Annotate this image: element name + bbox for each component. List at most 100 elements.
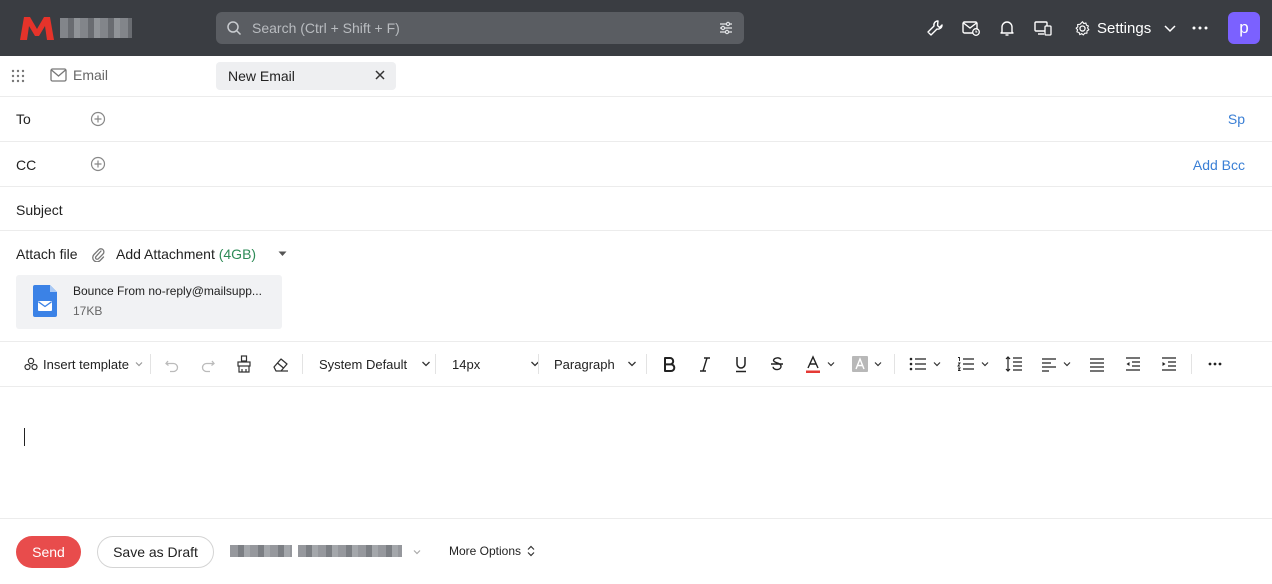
attachment-card[interactable]: Bounce From no-reply@mailsupp... 17KB (16, 275, 282, 329)
top-bar: Search (Ctrl + Shift + F) Settings p (0, 0, 1272, 56)
font-family-value: System Default (319, 356, 408, 372)
paragraph-select[interactable]: Paragraph (554, 354, 638, 374)
add-attachment-button[interactable]: Add Attachment (4GB) (116, 246, 256, 262)
mail-schedule-icon[interactable] (961, 18, 981, 38)
tab-bar: Email New Email (0, 56, 1272, 97)
send-button[interactable]: Send (16, 536, 81, 568)
wrench-icon[interactable] (925, 18, 945, 38)
font-size-select[interactable]: 14px (452, 354, 541, 374)
chevron-down-icon[interactable] (412, 547, 422, 557)
message-body-editor[interactable] (0, 387, 1272, 519)
line-height-icon[interactable] (1005, 354, 1023, 374)
font-color-select[interactable] (805, 354, 836, 374)
align-select[interactable] (1041, 354, 1072, 374)
tab-new-email[interactable]: New Email (216, 62, 396, 90)
numbered-list-select[interactable] (957, 354, 990, 374)
font-size-value: 14px (452, 356, 481, 372)
search-placeholder: Search (Ctrl + Shift + F) (252, 20, 400, 36)
compose-footer: Send Save as Draft More Options (0, 520, 1272, 584)
template-icon (24, 357, 38, 371)
attach-file-label: Attach file (16, 246, 78, 262)
outdent-icon[interactable] (1125, 354, 1141, 374)
bullet-list-icon (909, 357, 926, 371)
insert-template-button[interactable]: Insert template (24, 354, 144, 374)
attachment-section: Attach file Add Attachment (4GB) Bounce … (0, 231, 1272, 342)
chevron-down-icon (1063, 362, 1071, 367)
italic-icon[interactable] (697, 354, 713, 374)
more-options-label: More Options (449, 544, 522, 558)
chevron-down-icon (422, 361, 431, 367)
highlight-color-select[interactable] (852, 354, 883, 374)
font-color-icon (806, 355, 820, 373)
subject-row[interactable]: Subject (0, 187, 1272, 231)
devices-icon[interactable] (1033, 18, 1053, 38)
chevron-down-icon (827, 362, 835, 367)
add-attachment-label: Add Attachment (116, 246, 215, 262)
account-name-blurred (60, 18, 132, 38)
format-painter-icon[interactable] (236, 354, 252, 374)
tab-new-email-label: New Email (228, 68, 295, 84)
chevron-down-icon (135, 362, 143, 367)
sender-address-blurred[interactable] (298, 545, 402, 557)
to-label: To (16, 111, 31, 127)
highlight-icon (852, 356, 868, 372)
sender-account-blurred[interactable] (230, 545, 292, 557)
settings-menu[interactable]: Settings (1074, 18, 1151, 38)
chevron-down-icon (627, 361, 636, 367)
eraser-icon[interactable] (272, 354, 290, 374)
bell-icon[interactable] (997, 18, 1017, 38)
strikethrough-icon[interactable] (769, 354, 785, 374)
save-draft-button[interactable]: Save as Draft (97, 536, 214, 568)
insert-template-label: Insert template (43, 356, 129, 372)
bullet-list-select[interactable] (909, 354, 942, 374)
add-bcc-link[interactable]: Add Bcc (1193, 157, 1245, 173)
justify-icon[interactable] (1089, 354, 1105, 374)
tab-email-label: Email (73, 67, 109, 83)
mail-logo-icon[interactable] (18, 14, 56, 42)
paragraph-value: Paragraph (554, 356, 615, 372)
cc-row: CC Add Bcc (0, 142, 1272, 187)
apps-grid-icon[interactable] (11, 69, 25, 83)
numbered-list-icon (957, 357, 974, 371)
indent-icon[interactable] (1161, 354, 1177, 374)
search-icon (227, 21, 242, 36)
avatar[interactable]: p (1228, 12, 1260, 44)
chevron-down-icon (933, 362, 941, 367)
more-options-button[interactable]: More Options (449, 544, 535, 558)
attachment-limit: (4GB) (218, 246, 257, 262)
toolbar-divider (150, 354, 151, 374)
add-recipient-icon[interactable] (90, 111, 106, 127)
underline-icon[interactable] (733, 354, 749, 374)
toolbar-divider (302, 354, 303, 374)
redo-icon[interactable] (200, 354, 216, 374)
editor-toolbar: Insert template System Default 14px Para… (0, 342, 1272, 387)
to-right-link[interactable]: Sp (1228, 111, 1245, 127)
add-cc-icon[interactable] (90, 156, 106, 172)
align-left-icon (1042, 358, 1056, 372)
chevron-updown-icon (527, 545, 535, 557)
bold-icon[interactable] (661, 354, 677, 374)
tab-email[interactable]: Email (50, 67, 108, 83)
toolbar-divider (538, 354, 539, 374)
search-filter-icon[interactable] (718, 20, 734, 36)
toolbar-divider (1191, 354, 1192, 374)
chevron-down-icon[interactable] (1160, 18, 1180, 38)
toolbar-divider (894, 354, 895, 374)
toolbar-divider (646, 354, 647, 374)
attachment-name: Bounce From no-reply@mailsupp... (73, 284, 262, 298)
search-bar[interactable]: Search (Ctrl + Shift + F) (216, 12, 744, 44)
caret-down-icon[interactable] (278, 251, 287, 257)
chevron-down-icon (531, 361, 540, 367)
gear-icon (1075, 20, 1090, 36)
envelope-icon (50, 68, 67, 82)
more-formatting-icon[interactable] (1207, 354, 1223, 374)
to-row: To Sp (0, 97, 1272, 142)
cc-label: CC (16, 157, 37, 173)
more-options-icon[interactable] (1190, 18, 1210, 38)
close-icon[interactable] (374, 69, 386, 81)
font-family-select[interactable]: System Default (319, 354, 432, 374)
settings-label: Settings (1097, 19, 1152, 37)
attachment-size: 17KB (73, 304, 103, 318)
undo-icon[interactable] (164, 354, 180, 374)
chevron-down-icon (874, 362, 882, 367)
